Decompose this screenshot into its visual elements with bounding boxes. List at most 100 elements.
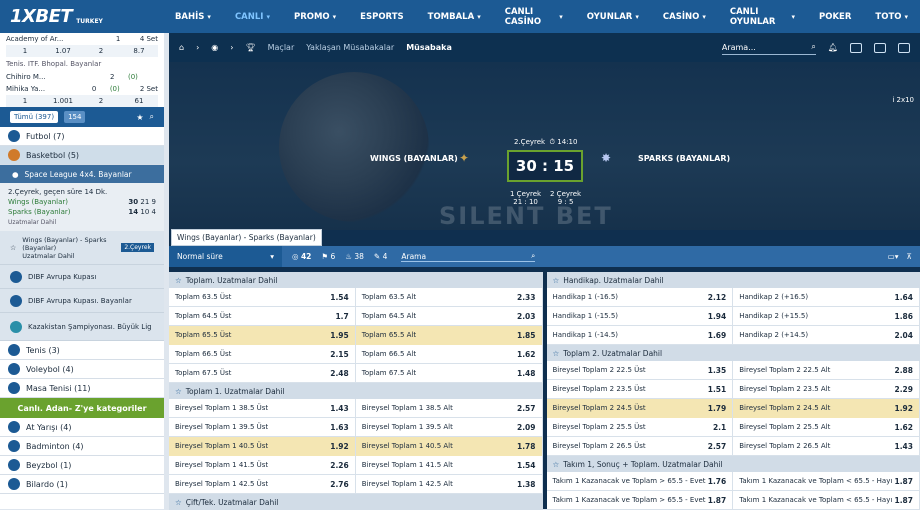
odds-cell[interactable]: Toplam 67.5 Alt1.48 [356, 364, 543, 383]
home-icon[interactable]: ⌂ [179, 43, 184, 52]
tab-musabaka[interactable]: Müsabaka [406, 43, 452, 52]
odds-cell[interactable]: Bireysel Toplam 2 24.5 Alt1.92 [733, 399, 920, 418]
odds-cell[interactable]: Bireysel Toplam 2 26.5 Alt1.43 [733, 437, 920, 456]
odds-cell[interactable]: Handikap 2 (+16.5)1.64 [733, 288, 920, 307]
period-select[interactable]: Normal süre▾ [169, 246, 282, 267]
sidebar-item-tenis[interactable]: Tenis (3) [0, 341, 164, 360]
odds-cell[interactable]: Bireysel Toplam 2 24.5 Üst1.79 [547, 399, 734, 418]
market-header[interactable]: ☆Takım 1, Sonuç + Toplam. Uzatmalar Dahi… [547, 456, 920, 472]
nav-item-esports[interactable]: ESPORTS [348, 0, 415, 33]
bell-icon[interactable]: 🔔︎ [828, 43, 838, 52]
odds-cell[interactable]: Toplam 63.5 Alt2.33 [356, 288, 543, 307]
odds-cell[interactable]: Bireysel Toplam 1 40.5 Üst1.92 [169, 437, 356, 456]
nav-item-oyunlar[interactable]: OYUNLAR▾ [575, 0, 651, 33]
fire-tab[interactable]: ♨ 38 [345, 252, 364, 261]
star-icon[interactable]: ☆ [175, 387, 182, 396]
star-icon[interactable]: ☆ [553, 460, 560, 469]
nav-item-canli-oyunlar[interactable]: CANLI OYUNLAR▾ [718, 0, 807, 33]
nav-item-canli[interactable]: CANLI▾ [223, 0, 282, 33]
odds-cell[interactable]: Bireysel Toplam 1 41.5 Üst2.26 [169, 456, 356, 475]
odds-cell[interactable]: Toplam 65.5 Üst1.95 [169, 326, 356, 345]
nav-item-canli-casino[interactable]: CANLI CASİNO▾ [493, 0, 575, 33]
odds-cell[interactable]: Bireysel Toplam 1 41.5 Alt1.54 [356, 456, 543, 475]
odds-cell[interactable]: Bireysel Toplam 2 23.5 Üst1.51 [547, 380, 734, 399]
odds-cell[interactable]: Takım 1 Kazanacak ve Toplam < 65.5 - Hay… [733, 472, 920, 491]
odds-cell[interactable]: Bireysel Toplam 1 40.5 Alt1.78 [356, 437, 543, 456]
odds-cell[interactable]: Handikap 2 (+15.5)1.86 [733, 307, 920, 326]
sidebar-item-badminton[interactable]: Badminton (4) [0, 437, 164, 456]
tab-yaklasan[interactable]: Yaklaşan Müsabakalar [306, 43, 394, 52]
league-item[interactable]: DIBF Avrupa Kupası. Bayanlar [0, 289, 164, 313]
market-search-input[interactable]: Arama⌕ [401, 251, 535, 262]
market-header[interactable]: ☆Toplam 2. Uzatmalar Dahil [547, 345, 920, 361]
odds-cell[interactable]: Handikap 1 (-16.5)2.12 [547, 288, 734, 307]
trophy-icon[interactable]: 🏆︎ [245, 43, 255, 52]
list-item[interactable]: Mihika Ya...0(0)2 Set [6, 83, 158, 95]
odds-cell[interactable]: Toplam 63.5 Üst1.54 [169, 288, 356, 307]
odds-cell[interactable]: Toplam 67.5 Üst2.48 [169, 364, 356, 383]
market-header[interactable]: ☆Çift/Tek. Uzatmalar Dahil [169, 494, 543, 510]
odds-cell[interactable]: Toplam 64.5 Üst1.7 [169, 307, 356, 326]
combo-tab[interactable]: ✎ 4 [374, 252, 387, 261]
market-header[interactable]: ☆Toplam. Uzatmalar Dahil [169, 272, 543, 288]
sidebar-item-masa-tenisi[interactable]: Masa Tenisi (11) [0, 379, 164, 398]
sidebar-item-voleybol[interactable]: Voleybol (4) [0, 360, 164, 379]
nav-item-promo[interactable]: PROMO▾ [282, 0, 348, 33]
star-icon[interactable]: ☆ [175, 498, 182, 507]
odds-cell[interactable]: Takım 1 Kazanacak ve Toplam > 65.5 - Eve… [547, 472, 734, 491]
odds-cell[interactable]: Handikap 1 (-14.5)1.69 [547, 326, 734, 345]
match-card[interactable]: 2.Çeyrek, geçen süre 14 Dk. Wings (Bayan… [0, 183, 164, 231]
league-item[interactable]: ●Space League 4x4. Bayanlar [0, 165, 164, 183]
market-header[interactable]: ☆Handikap. Uzatmalar Dahil [547, 272, 920, 288]
league-item[interactable]: Kazakistan Şampiyonası. Büyük Lig [0, 313, 164, 341]
popular-tab[interactable]: ⚑ 6 [321, 252, 335, 261]
nav-item-casino[interactable]: CASİNO▾ [651, 0, 718, 33]
layout-icon[interactable]: ▭▾ [888, 252, 907, 261]
odds-cell[interactable]: Toplam 64.5 Alt2.03 [356, 307, 543, 326]
odds-cell[interactable]: Takım 1 Kazanacak ve Toplam > 65.5 - Eve… [547, 491, 734, 510]
star-icon[interactable]: ☆ [175, 276, 182, 285]
search-icon[interactable]: ⌕ [150, 112, 154, 122]
nav-item-tombala[interactable]: TOMBALA▾ [416, 0, 493, 33]
filter-all-button[interactable]: Tümü (397) [10, 111, 58, 123]
odds-cell[interactable]: Bireysel Toplam 2 26.5 Üst2.57 [547, 437, 734, 456]
star-icon[interactable]: ☆ [553, 276, 560, 285]
odds-cell[interactable]: Bireysel Toplam 2 25.5 Üst2.1 [547, 418, 734, 437]
odds-cell[interactable]: Bireysel Toplam 1 38.5 Üst1.43 [169, 399, 356, 418]
sidebar-item-at-yarisi[interactable]: At Yarışı (4) [0, 418, 164, 437]
list-item[interactable]: Chihiro M...2(0) [6, 71, 158, 83]
odds-cell[interactable]: Bireysel Toplam 2 22.5 Üst1.35 [547, 361, 734, 380]
collapse-icon[interactable]: ⊼ [907, 252, 920, 261]
search-input[interactable]: Arama...⌕ [722, 41, 816, 55]
sidebar-item-bilardo[interactable]: Bilardo (1) [0, 475, 164, 494]
sidebar-item-basketbol[interactable]: Basketbol (5) [0, 146, 164, 165]
sub-match[interactable]: ☆ Wings (Bayanlar) - Sparks (Bayanlar)Uz… [0, 231, 164, 265]
sidebar-item-futbol[interactable]: Futbol (7) [0, 127, 164, 146]
nav-item-toto[interactable]: TOTO▾ [863, 0, 920, 33]
odds-cell[interactable]: Bireysel Toplam 2 23.5 Alt2.29 [733, 380, 920, 399]
odds-cell[interactable]: Handikap 1 (-15.5)1.94 [547, 307, 734, 326]
odds-cell[interactable]: Toplam 66.5 Üst2.15 [169, 345, 356, 364]
odds-cell[interactable]: Toplam 66.5 Alt1.62 [356, 345, 543, 364]
star-icon[interactable]: ☆ [553, 349, 560, 358]
market-header[interactable]: ☆Toplam 1. Uzatmalar Dahil [169, 383, 543, 399]
odds-cell[interactable]: Toplam 65.5 Alt1.85 [356, 326, 543, 345]
odds-cell[interactable]: Bireysel Toplam 2 25.5 Alt1.62 [733, 418, 920, 437]
list-item[interactable]: Academy of Ar...14 Set [6, 33, 158, 45]
nav-item-bahis[interactable]: BAHİS▾ [163, 0, 223, 33]
league-item[interactable]: DIBF Avrupa Kupası [0, 265, 164, 289]
window-icon[interactable] [898, 43, 910, 53]
tv-icon[interactable] [874, 43, 886, 53]
odds-cell[interactable]: Bireysel Toplam 1 39.5 Üst1.63 [169, 418, 356, 437]
categories-button[interactable]: Canlı. Adan- Z'ye kategoriler [0, 398, 164, 418]
nav-item-poker[interactable]: POKER [807, 0, 863, 33]
odds-cell[interactable]: Bireysel Toplam 1 42.5 Üst2.76 [169, 475, 356, 494]
odds-cell[interactable]: Handikap 2 (+14.5)2.04 [733, 326, 920, 345]
info-icon[interactable]: i 2x10 [892, 96, 914, 104]
brand-logo[interactable]: 1XBET TURKEY [0, 0, 163, 33]
tab-maclar[interactable]: Maçlar [268, 43, 295, 52]
star-icon[interactable]: ☆ [10, 244, 16, 252]
odds-cell[interactable]: Bireysel Toplam 2 22.5 Alt2.88 [733, 361, 920, 380]
filter-live-button[interactable]: 154 [64, 111, 85, 123]
odds-cell[interactable]: Bireysel Toplam 1 38.5 Alt2.57 [356, 399, 543, 418]
